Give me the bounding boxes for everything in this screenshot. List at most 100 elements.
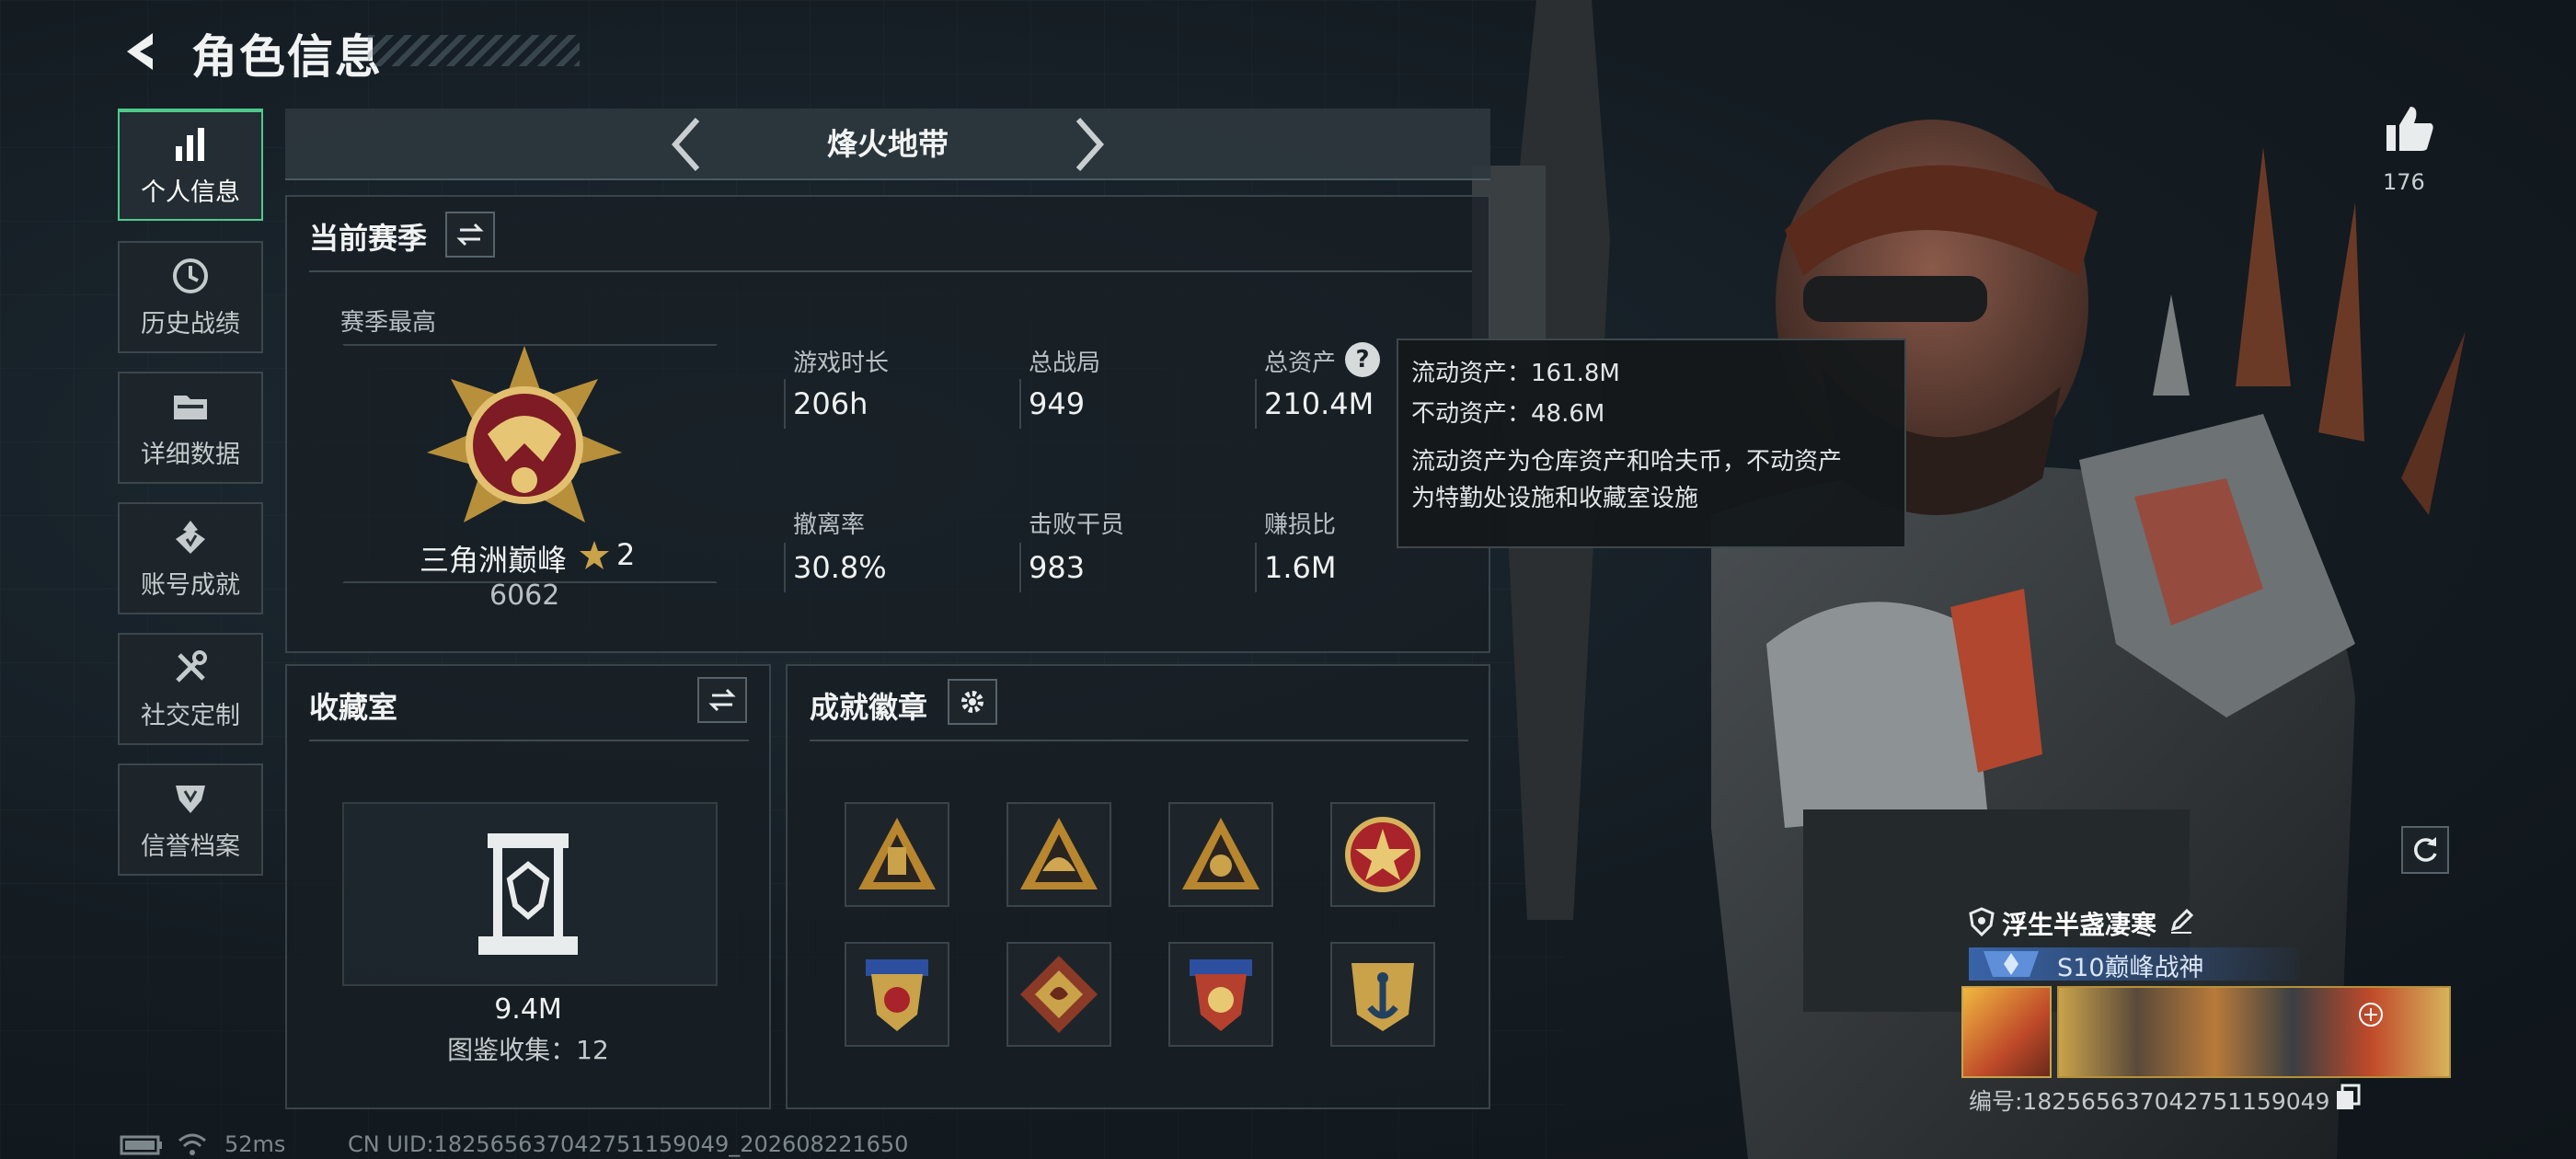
ping-text: 52ms	[224, 1131, 286, 1157]
badge-1[interactable]	[845, 802, 949, 907]
tooltip-desc-line-1: 流动资产为仓库资产和哈夫币，不动资产	[1411, 448, 1843, 476]
stat-label: 总战局	[1029, 350, 1101, 377]
tools-icon	[176, 649, 207, 683]
sidebar-item-history[interactable]: 历史战绩	[118, 241, 263, 353]
season-panel-title: 当前赛季	[309, 221, 428, 256]
stat-divider	[1255, 543, 1257, 592]
player-id: 编号:182565637042751159049	[1969, 1088, 2330, 1115]
stat-value: 1.6M	[1264, 550, 1337, 585]
collection-count: 图鉴收集：12	[447, 1035, 609, 1065]
tooltip-liquid-assets: 流动资产：161.8M	[1411, 360, 1620, 387]
uid-text: CN UID:182565637042751159049_20260822165…	[348, 1131, 909, 1157]
tooltip-desc-line-2: 为特勤处设施和收藏室设施	[1411, 485, 1699, 512]
help-icon[interactable]: ?	[1345, 342, 1380, 377]
sidebar-item-label: 社交定制	[141, 701, 240, 730]
sidebar-item-label: 历史战绩	[141, 309, 240, 339]
shield-badge-icon	[1969, 907, 1995, 936]
player-name: 浮生半盏凄寒	[2002, 910, 2157, 940]
badge-target-icon	[1182, 818, 1259, 889]
stat-divider	[1019, 379, 1021, 429]
collection-value: 9.4M	[494, 993, 562, 1026]
gear-icon	[961, 691, 983, 713]
stat-value: 210.4M	[1264, 386, 1374, 421]
showcase-card-weapon-skin[interactable]	[1961, 986, 2052, 1078]
badge-shield-blue-icon	[866, 959, 928, 1031]
badge-star-emblem-icon	[1345, 817, 1420, 892]
refresh-icon	[2414, 837, 2437, 862]
page-title: 角色信息	[191, 30, 383, 84]
thumbs-up-icon[interactable]	[2383, 101, 2436, 155]
badges-divider	[810, 740, 1468, 741]
achievement-icon	[176, 520, 205, 554]
stat-divider	[784, 543, 786, 592]
chevron-left-icon[interactable]	[666, 114, 708, 175]
star-icon	[580, 541, 609, 569]
badge-shield-red-icon	[1190, 959, 1252, 1031]
player-title: S10巅峰战神	[2057, 954, 2204, 982]
season-divider	[309, 270, 1472, 272]
badge-5[interactable]	[845, 942, 949, 1047]
badges-panel-title: 成就徽章	[810, 690, 928, 725]
swap-collection-button[interactable]	[697, 677, 747, 723]
rank-stars: 2	[616, 537, 636, 572]
badge-3[interactable]	[1168, 802, 1273, 907]
rotate-character-button[interactable]	[2401, 826, 2449, 874]
copy-icon[interactable]	[2335, 1084, 2361, 1111]
stat-label: 撤离率	[793, 511, 866, 539]
stat-label: 赚损比	[1264, 511, 1337, 539]
stat-value: 30.8%	[793, 550, 887, 585]
stat-value: 206h	[793, 386, 868, 421]
title-emblem-icon	[1984, 951, 2039, 977]
bar-chart-icon	[176, 127, 204, 161]
collection-divider	[309, 740, 749, 741]
sidebar-item-social[interactable]: 社交定制	[118, 633, 263, 745]
shield-icon	[176, 785, 205, 813]
badge-2[interactable]	[1006, 802, 1111, 907]
add-icon[interactable]: +	[2359, 1003, 2383, 1027]
stat-value: 949	[1029, 386, 1086, 421]
stat-divider	[784, 379, 786, 429]
stat-divider	[1255, 379, 1257, 429]
rank-emblem-icon	[427, 346, 622, 522]
badge-anchor-icon	[1351, 963, 1414, 1031]
folder-icon	[174, 395, 207, 419]
battery-icon	[120, 1135, 162, 1155]
swap-icon	[456, 223, 484, 247]
tooltip-fixed-assets: 不动资产：48.6M	[1411, 400, 1605, 428]
stat-value: 983	[1029, 550, 1086, 585]
stat-label: 总资产	[1264, 350, 1337, 377]
badge-8[interactable]	[1330, 942, 1435, 1047]
badge-helmet-icon	[1020, 818, 1098, 889]
badges-settings-button[interactable]	[948, 679, 997, 725]
back-arrow-icon[interactable]	[118, 28, 166, 75]
assets-tooltip: 流动资产：161.8M 不动资产：48.6M 流动资产为仓库资产和哈夫币，不动资…	[1397, 339, 1906, 548]
sidebar-item-label: 账号成就	[141, 570, 240, 600]
collection-panel-title: 收藏室	[309, 690, 398, 725]
chevron-right-icon[interactable]	[1067, 114, 1110, 175]
badge-6[interactable]	[1006, 942, 1111, 1047]
mode-title: 烽火地带	[827, 126, 949, 162]
rank-score: 6062	[489, 580, 560, 612]
badge-4[interactable]	[1330, 802, 1435, 907]
sidebar-item-details[interactable]: 详细数据	[118, 372, 263, 484]
showcase-card-banner[interactable]	[2057, 986, 2451, 1078]
edit-icon[interactable]	[2168, 907, 2195, 935]
badge-dragon-icon	[1020, 956, 1098, 1033]
sidebar-item-label: 详细数据	[141, 440, 240, 469]
sidebar-item-personal-info[interactable]: 个人信息	[118, 109, 263, 221]
sidebar-item-label: 信誉档案	[141, 832, 240, 861]
swap-icon	[708, 688, 736, 712]
stat-divider	[1019, 543, 1021, 592]
clock-icon	[173, 258, 208, 293]
season-best-label: 赛季最高	[340, 309, 437, 337]
sidebar-item-label: 个人信息	[141, 178, 240, 207]
badge-triangle-icon	[858, 818, 936, 889]
stat-label: 游戏时长	[793, 350, 890, 377]
display-case-icon	[478, 833, 578, 955]
sidebar-item-reputation[interactable]: 信誉档案	[118, 763, 263, 876]
swap-season-button[interactable]	[445, 212, 495, 258]
badge-7[interactable]	[1168, 942, 1273, 1047]
sidebar-item-achievements[interactable]: 账号成就	[118, 502, 263, 614]
title-stripe-decoration	[368, 35, 580, 66]
wifi-icon	[178, 1133, 206, 1155]
